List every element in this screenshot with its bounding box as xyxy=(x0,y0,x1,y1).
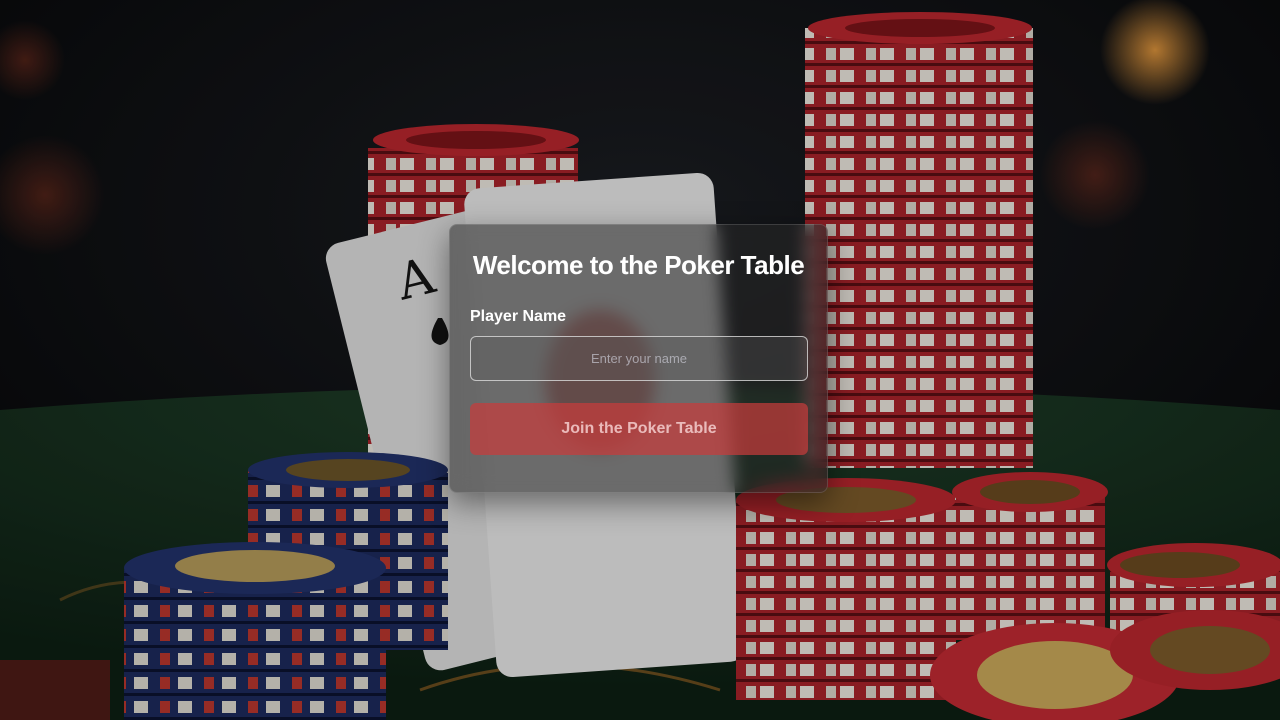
player-name-label: Player Name xyxy=(470,308,567,325)
welcome-title: Welcome to the Poker Table xyxy=(472,250,805,280)
join-table-button[interactable]: Join the Poker Table xyxy=(470,403,808,455)
login-card: Welcome to the Poker Table Player Name J… xyxy=(449,224,828,493)
player-name-input[interactable] xyxy=(470,336,808,381)
